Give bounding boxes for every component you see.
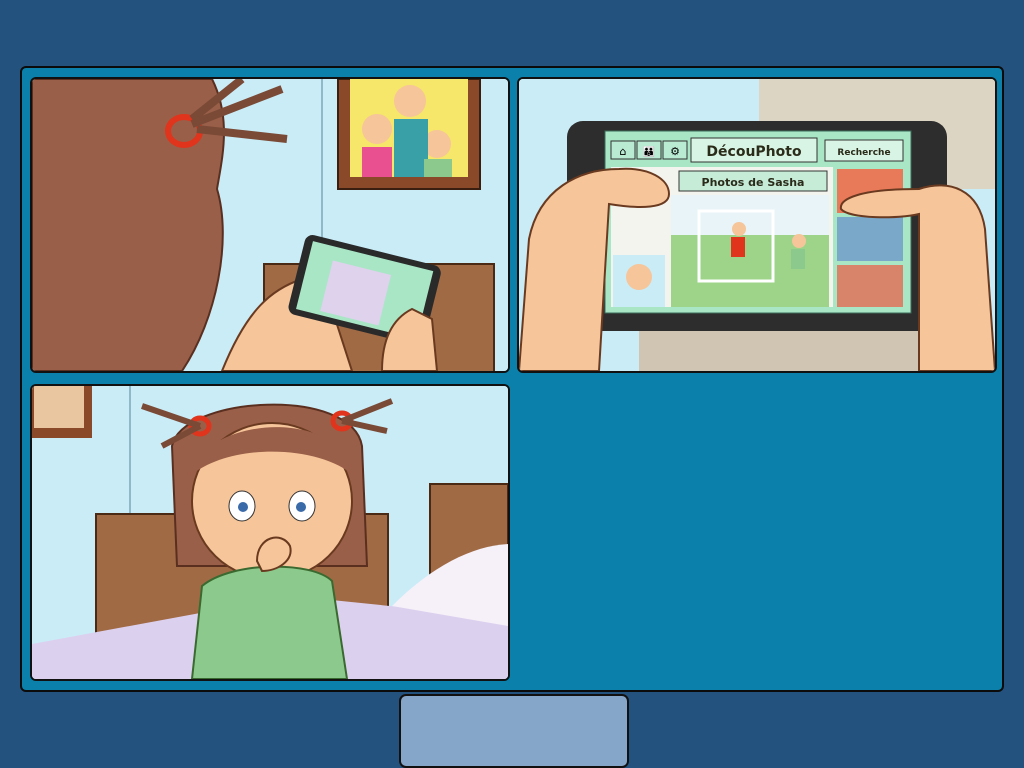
gear-icon: ⚙ bbox=[670, 145, 680, 158]
people-icon: 👪 bbox=[643, 145, 655, 158]
app-title: DécouPhoto bbox=[706, 144, 802, 160]
album-title: Photos de Sasha bbox=[702, 176, 805, 189]
panel-1-illustration bbox=[32, 79, 508, 371]
home-icon: ⌂ bbox=[620, 145, 627, 158]
panel-2-illustration: ⌂ 👪 ⚙ DécouPhoto Recherche Photos de Sas… bbox=[519, 79, 995, 371]
panel-3-illustration bbox=[32, 386, 508, 679]
comic-panel-3 bbox=[30, 384, 510, 681]
search-label: Recherche bbox=[837, 148, 890, 158]
next-button[interactable] bbox=[399, 694, 629, 768]
comic-panel-2: ⌂ 👪 ⚙ DécouPhoto Recherche Photos de Sas… bbox=[517, 77, 997, 373]
family-picture-frame bbox=[337, 79, 481, 190]
comic-panel-1 bbox=[30, 77, 510, 373]
